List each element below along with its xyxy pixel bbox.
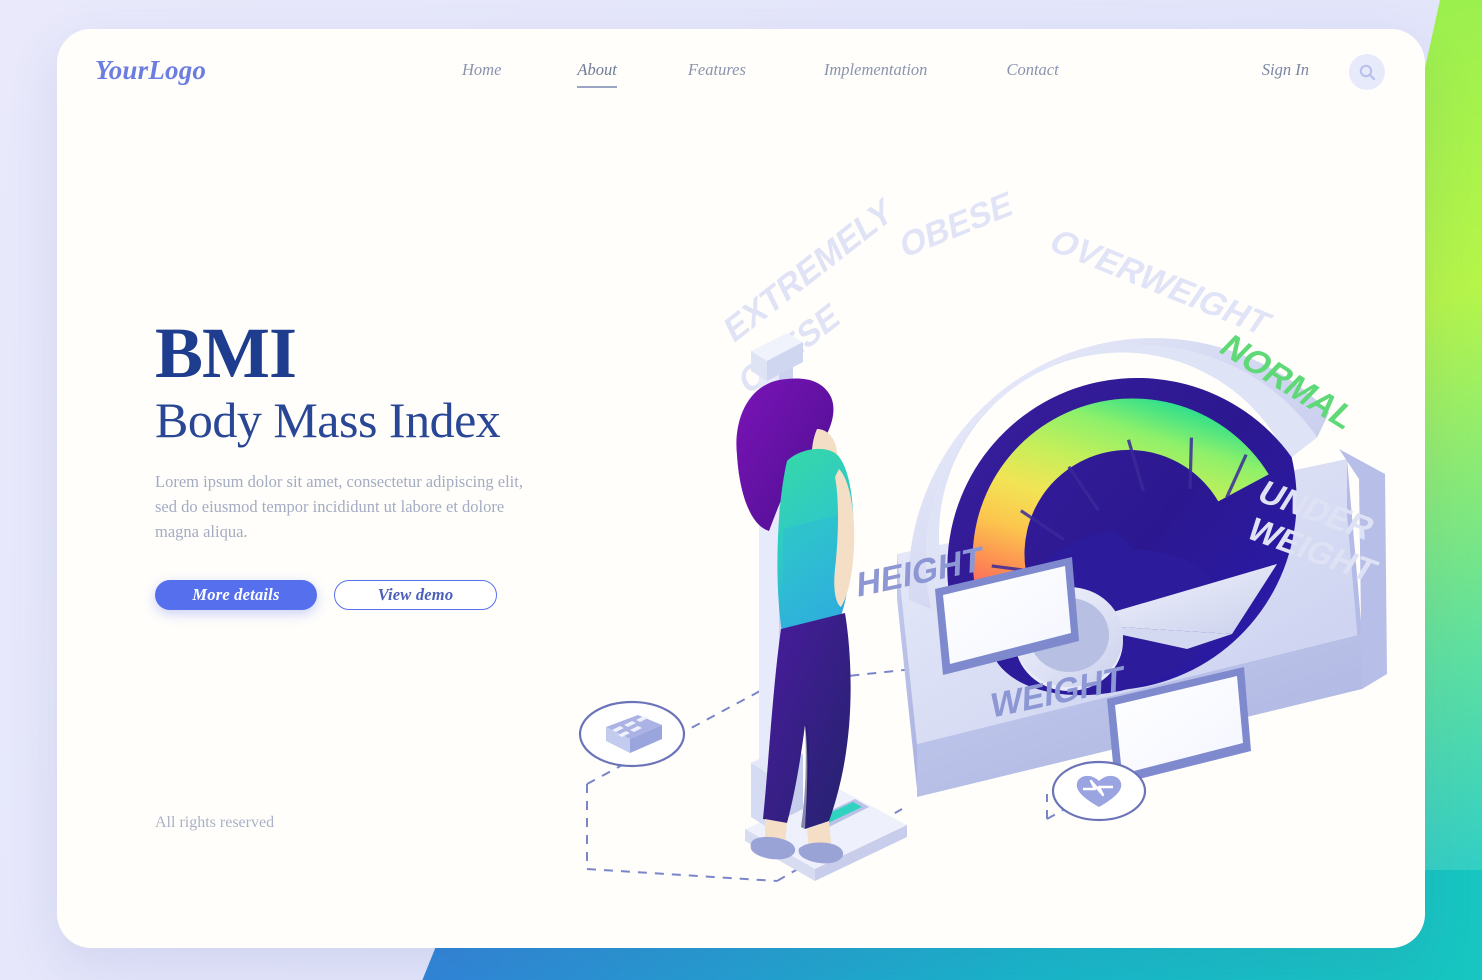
bmi-illustration-svg: HEIGHT WEIGHT EXTREMELY OBESE OBESE OVER… — [578, 184, 1387, 882]
bmi-illustration: HEIGHT WEIGHT EXTREMELY OBESE OBESE OVER… — [487, 129, 1417, 919]
nav-item-implementation[interactable]: Implementation — [824, 60, 928, 86]
sign-in-link[interactable]: Sign In — [1262, 60, 1309, 80]
landing-page-card: YourLogo Home About Features Implementat… — [57, 29, 1425, 948]
site-logo[interactable]: YourLogo — [95, 55, 206, 86]
site-header: YourLogo Home About Features Implementat… — [57, 29, 1425, 121]
calculator-icon-badge[interactable] — [578, 700, 686, 768]
nav-item-contact[interactable]: Contact — [1006, 60, 1058, 86]
hero-paragraph: Lorem ipsum dolor sit amet, consectetur … — [155, 471, 523, 541]
heart-pulse-icon-badge[interactable] — [1051, 760, 1147, 822]
view-demo-button[interactable]: View demo — [334, 580, 497, 611]
all-rights-reserved-text: All rights reserved — [155, 814, 275, 831]
label-overweight: OVERWEIGHT — [1042, 224, 1278, 343]
person-on-scale — [736, 333, 907, 881]
label-obese: OBESE — [898, 184, 1015, 266]
nav-item-home[interactable]: Home — [462, 60, 501, 86]
more-details-button[interactable]: More details — [155, 580, 317, 611]
nav-item-features[interactable]: Features — [688, 60, 746, 86]
nav-item-about[interactable]: About — [577, 60, 617, 88]
main-navigation: Home About Features Implementation Conta… — [462, 60, 1059, 88]
search-button[interactable] — [1349, 54, 1385, 90]
search-icon — [1359, 64, 1375, 80]
